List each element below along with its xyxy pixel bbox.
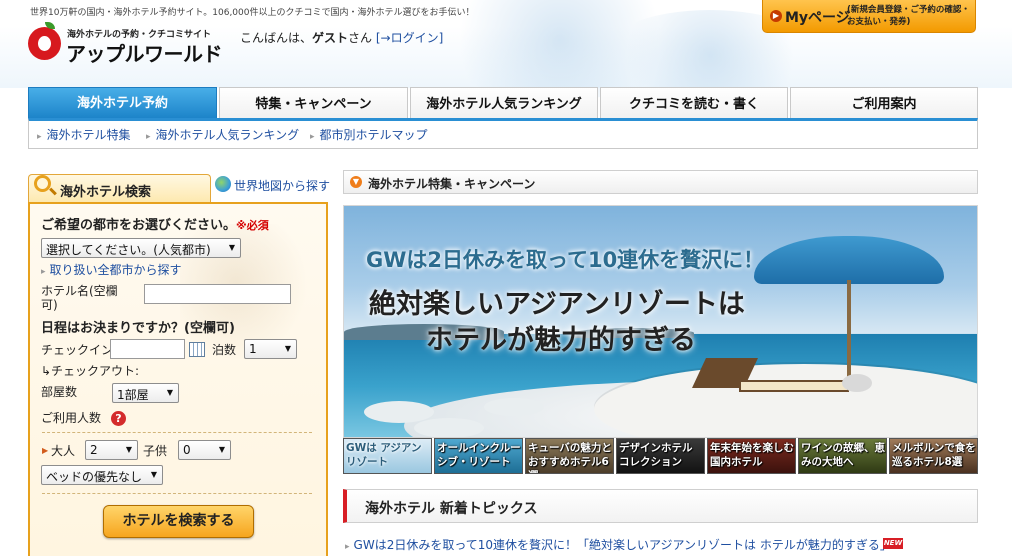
banner-step: [364, 401, 434, 423]
site-tagline: 世界10万軒の国内・海外ホテル予約サイト。106,000件以上のクチコミで国内・…: [30, 8, 475, 18]
lounger-seat: [739, 380, 849, 392]
children-label: 子供: [143, 444, 168, 458]
checkin-label: チェックイン: [41, 343, 114, 357]
topics-header: 海外ホテル 新着トピックス: [343, 489, 978, 523]
mypage-sublabel: (新規会員登録・ご予約の確認・お支払い・発券): [847, 5, 970, 27]
checkout-label: ↳チェックアウト:: [41, 364, 140, 378]
thumb-label: 年末年始を楽しむ国内ホテル: [710, 442, 794, 468]
rooms-select[interactable]: 1部屋: [112, 383, 179, 403]
side-table: [842, 374, 872, 392]
mypage-button[interactable]: ▶ Myページ (新規会員登録・ご予約の確認・お支払い・発券): [762, 0, 976, 33]
city-question: ご希望の都市をお選びください。※必須: [41, 214, 269, 233]
global-nav: 海外ホテル予約 特集・キャンペーン 海外ホテル人気ランキング クチコミを読む・書…: [28, 87, 978, 118]
greeting-suffix: さん: [348, 31, 373, 45]
banner-line-1: GWは2日休みを取って10連休を贅沢に！: [366, 248, 765, 272]
arrow-down-icon: ▼: [350, 176, 362, 188]
search-title: 海外ホテル検索: [60, 185, 152, 200]
bullet-icon: ▶: [42, 446, 49, 455]
site-logo[interactable]: 海外ホテルの予約・クチコミサイト アップルワールド: [28, 22, 233, 66]
featured-header: ▼ 海外ホテル特集・キャンペーン: [343, 170, 978, 194]
banner-line-3: ホテルが魅力的すぎる: [426, 325, 696, 356]
campaign-banner[interactable]: GWは2日休みを取って10連休を贅沢に！ 絶対楽しいアジアンリゾートは ホテルが…: [343, 205, 978, 438]
thumb-label: ワインの故郷、恵みの大地へ: [801, 442, 885, 468]
apple-logo-icon: [28, 27, 61, 60]
hotel-name-input[interactable]: [144, 284, 291, 304]
divider: [42, 493, 312, 494]
required-mark: ※必須: [236, 219, 269, 232]
globe-icon: [215, 176, 231, 192]
world-map-link[interactable]: 世界地図から探す: [234, 177, 330, 194]
mypage-label: Myページ: [785, 10, 850, 26]
new-badge: NEW: [883, 538, 903, 549]
greeting: こんばんは、ゲストさん [→ログイン]: [240, 29, 443, 46]
subnav-ranking[interactable]: 海外ホテル人気ランキング: [146, 126, 300, 143]
calendar-icon[interactable]: [189, 342, 205, 357]
greeting-prefix: こんばんは、: [240, 31, 313, 45]
thumb-new-year[interactable]: 年末年始を楽しむ国内ホテル: [707, 438, 796, 474]
thumb-label: デザインホテル コレクション: [619, 442, 693, 468]
thumb-label: メルボルンで食を巡るホテル8選: [892, 442, 976, 468]
banner-step: [484, 398, 544, 416]
thumb-label: オールインクルーシブ・リゾート: [437, 442, 521, 468]
banner-line-2: 絶対楽しいアジアンリゾートは: [369, 289, 745, 320]
thumb-melbourne[interactable]: メルボルンで食を巡るホテル8選: [889, 438, 978, 474]
search-hotel-button[interactable]: ホテルを検索する: [103, 505, 254, 538]
bed-select[interactable]: ベッドの優先なし: [41, 465, 163, 485]
search-panel-header: 海外ホテル検索 世界地図から探す: [28, 172, 330, 202]
checkin-input[interactable]: [110, 339, 185, 359]
tab-campaigns[interactable]: 特集・キャンペーン: [219, 87, 408, 118]
magnifier-icon: [34, 175, 51, 192]
search-form: ご希望の都市をお選びください。※必須 選択してください。(人気都市) 取り扱い全…: [28, 202, 328, 556]
nights-select[interactable]: 1: [244, 339, 297, 359]
thumb-label: キューバの魅力とおすすめホテル6選: [528, 442, 612, 473]
thumb-asian-resort[interactable]: GWは アジアンリゾート: [343, 438, 432, 474]
all-cities-link[interactable]: 取り扱い全都市から探す: [41, 261, 182, 278]
logo-name: アップルワールド: [66, 42, 223, 66]
city-question-text: ご希望の都市をお選びください。: [41, 218, 237, 233]
tab-reviews[interactable]: クチコミを読む・書く: [600, 87, 788, 118]
search-tab: 海外ホテル検索: [28, 174, 211, 202]
campaign-thumbnails: GWは アジアンリゾート オールインクルーシブ・リゾート キューバの魅力とおすす…: [343, 438, 978, 474]
hotel-name-label: ホテル名(空欄可): [41, 284, 118, 312]
umbrella-icon: [754, 236, 944, 284]
thumb-wine[interactable]: ワインの故郷、恵みの大地へ: [798, 438, 887, 474]
banner-step: [414, 418, 484, 437]
adults-label: 大人: [51, 444, 76, 458]
lounger-chair: [692, 358, 849, 396]
children-select[interactable]: 0: [178, 440, 231, 460]
schedule-question: 日程はお決まりですか？(空欄可): [41, 321, 235, 336]
subnav-hotel-features[interactable]: 海外ホテル特集: [37, 126, 131, 143]
sub-nav: 海外ホテル特集 海外ホテル人気ランキング 都市別ホテルマップ: [28, 118, 978, 149]
divider: [42, 432, 312, 433]
greeting-user: ゲスト: [312, 31, 349, 45]
login-link[interactable]: [→ログイン]: [376, 31, 443, 45]
thumb-label: GWは アジアンリゾート: [346, 442, 422, 468]
nights-label: 泊数: [212, 343, 237, 357]
thumb-cuba[interactable]: キューバの魅力とおすすめホテル6選: [525, 438, 614, 474]
adults-select[interactable]: 2: [85, 440, 138, 460]
tab-guide[interactable]: ご利用案内: [790, 87, 978, 118]
topic-link[interactable]: GWは2日休みを取って10連休を贅沢に！「絶対楽しいアジアンリゾートは ホテルが…: [345, 536, 892, 553]
help-icon[interactable]: ?: [111, 411, 126, 426]
rooms-label: 部屋数: [41, 385, 78, 399]
arrow-right-icon: ▶: [770, 10, 782, 22]
thumb-all-inclusive[interactable]: オールインクルーシブ・リゾート: [434, 438, 523, 474]
subnav-city-map[interactable]: 都市別ホテルマップ: [310, 126, 428, 143]
tab-ranking[interactable]: 海外ホテル人気ランキング: [410, 87, 598, 118]
topics-title: 海外ホテル 新着トピックス: [365, 501, 538, 517]
thumb-design-hotel[interactable]: デザインホテル コレクション: [616, 438, 705, 474]
featured-title: 海外ホテル特集・キャンペーン: [368, 177, 536, 191]
city-select[interactable]: 選択してください。(人気都市): [41, 238, 241, 258]
guests-label: ご利用人数: [41, 411, 102, 425]
umbrella-pole: [847, 280, 851, 390]
tab-hotel-booking[interactable]: 海外ホテル予約: [28, 87, 217, 118]
